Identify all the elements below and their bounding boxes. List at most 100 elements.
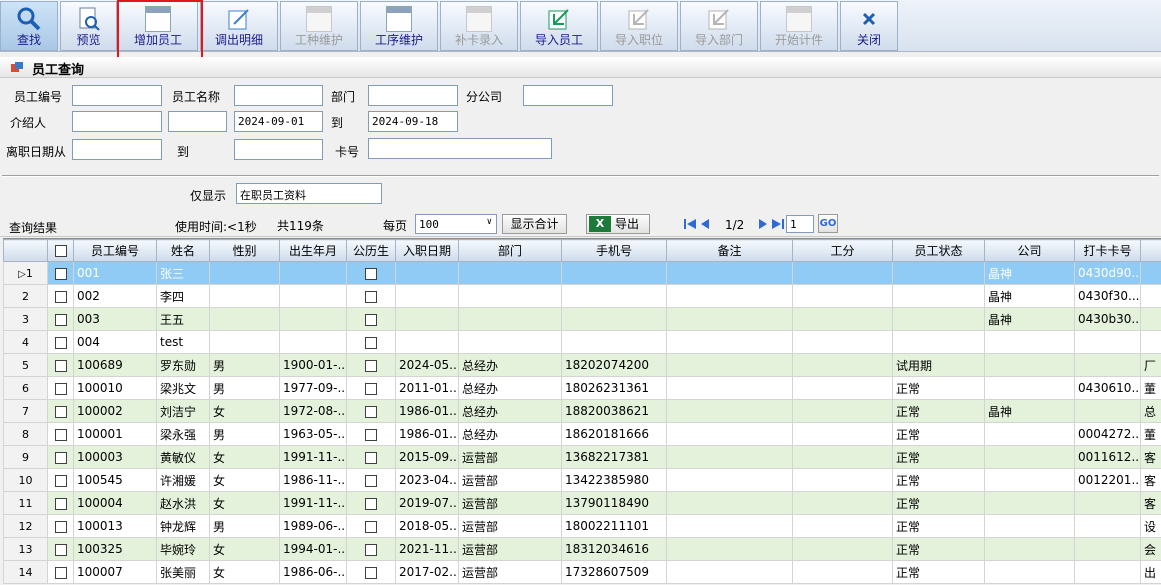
table-cell[interactable]: 男 xyxy=(209,422,280,446)
table-cell[interactable] xyxy=(561,330,667,354)
emp-name-input[interactable] xyxy=(234,85,323,106)
table-cell[interactable] xyxy=(984,491,1075,515)
table-cell[interactable]: 100545 xyxy=(73,468,157,492)
table-cell[interactable] xyxy=(561,307,667,331)
table-cell[interactable]: 2011-01... xyxy=(395,376,459,400)
table-cell[interactable] xyxy=(395,330,459,354)
lunar-birthday-checkbox[interactable] xyxy=(365,543,377,556)
table-cell[interactable]: 0430d90... xyxy=(1074,261,1141,285)
table-cell[interactable] xyxy=(209,307,280,331)
table-cell[interactable]: 100010 xyxy=(73,376,157,400)
lunar-birthday-checkbox[interactable] xyxy=(365,290,377,303)
table-row[interactable]: ▷1 001 张三 晶神 0430d90... xyxy=(3,261,1161,285)
table-cell[interactable] xyxy=(1140,330,1161,354)
table-cell[interactable]: 1900-01-... xyxy=(279,353,347,377)
table-row[interactable]: 10 100545 许湘媛女 1986-11-... 2023-04... 运营部 1342… xyxy=(3,468,1161,492)
per-page-select[interactable]: 100 ∨ xyxy=(415,214,497,234)
row-number[interactable]: 7 xyxy=(3,399,48,423)
table-cell[interactable] xyxy=(1074,399,1141,423)
table-cell[interactable]: 毕婉玲 xyxy=(156,537,210,561)
toolbar-button-10[interactable]: 导入部门 xyxy=(680,1,758,51)
go-button[interactable]: GO xyxy=(818,214,838,233)
table-cell[interactable] xyxy=(561,284,667,308)
table-cell[interactable] xyxy=(279,307,347,331)
table-cell[interactable]: 刘洁宁 xyxy=(156,399,210,423)
table-cell[interactable]: 运营部 xyxy=(458,537,562,561)
row-checkbox[interactable] xyxy=(54,566,67,579)
next-page-icon[interactable] xyxy=(758,218,768,230)
table-cell[interactable]: 18202074200 xyxy=(561,353,667,377)
table-cell[interactable] xyxy=(666,468,793,492)
table-cell[interactable] xyxy=(666,560,793,584)
row-number[interactable]: 2 xyxy=(3,284,48,308)
table-cell[interactable]: 总 xyxy=(1140,399,1161,423)
table-cell[interactable] xyxy=(209,261,280,285)
table-cell[interactable] xyxy=(209,330,280,354)
table-cell[interactable] xyxy=(984,353,1075,377)
row-checkbox[interactable] xyxy=(54,267,67,280)
column-header[interactable]: 出生年月 xyxy=(279,239,347,262)
table-cell[interactable]: 梁永强 xyxy=(156,422,210,446)
table-cell[interactable]: 2017-02... xyxy=(395,560,459,584)
table-cell[interactable] xyxy=(666,422,793,446)
table-cell[interactable]: 100002 xyxy=(73,399,157,423)
table-cell[interactable] xyxy=(792,491,893,515)
table-cell[interactable]: 1986-06-... xyxy=(279,560,347,584)
table-cell[interactable]: 运营部 xyxy=(458,445,562,469)
table-cell[interactable]: 13422385980 xyxy=(561,468,667,492)
table-cell[interactable]: 董 xyxy=(1140,422,1161,446)
table-cell[interactable]: 2015-09... xyxy=(395,445,459,469)
table-cell[interactable]: 17328607509 xyxy=(561,560,667,584)
column-header[interactable]: 打卡卡号 xyxy=(1074,239,1141,262)
table-cell[interactable]: 设 xyxy=(1140,514,1161,538)
row-number[interactable]: 9 xyxy=(3,445,48,469)
lunar-birthday-checkbox[interactable] xyxy=(365,336,377,349)
branch-input[interactable] xyxy=(523,85,613,106)
table-cell[interactable]: 女 xyxy=(209,445,280,469)
table-cell[interactable]: 1989-06-... xyxy=(279,514,347,538)
lunar-birthday-checkbox[interactable] xyxy=(365,520,377,533)
table-cell[interactable] xyxy=(1074,537,1141,561)
table-cell[interactable] xyxy=(561,261,667,285)
table-cell[interactable]: 2018-05... xyxy=(395,514,459,538)
table-cell[interactable]: 0012201... xyxy=(1074,468,1141,492)
table-cell[interactable] xyxy=(666,445,793,469)
table-cell[interactable] xyxy=(209,284,280,308)
table-cell[interactable]: 正常 xyxy=(892,399,985,423)
column-header-extra[interactable] xyxy=(1140,239,1161,262)
table-cell[interactable] xyxy=(279,330,347,354)
table-cell[interactable]: 女 xyxy=(209,468,280,492)
table-cell[interactable] xyxy=(395,261,459,285)
table-cell[interactable] xyxy=(984,468,1075,492)
table-cell[interactable] xyxy=(666,261,793,285)
table-cell[interactable]: 1963-05-... xyxy=(279,422,347,446)
column-header[interactable]: 备注 xyxy=(666,239,793,262)
table-cell[interactable] xyxy=(666,353,793,377)
table-cell[interactable]: 运营部 xyxy=(458,468,562,492)
table-row[interactable]: 9 100003 黄敏仪女 1991-11-... 2015-09... 运营部 13682… xyxy=(3,445,1161,469)
table-cell[interactable]: 总经办 xyxy=(458,353,562,377)
table-cell[interactable] xyxy=(1140,307,1161,331)
table-cell[interactable]: 客 xyxy=(1140,445,1161,469)
table-cell[interactable] xyxy=(1074,491,1141,515)
table-cell[interactable] xyxy=(984,376,1075,400)
table-cell[interactable] xyxy=(666,514,793,538)
toolbar-button-11[interactable]: 开始计件 xyxy=(760,1,838,51)
table-cell[interactable] xyxy=(458,307,562,331)
dept-input[interactable] xyxy=(368,85,458,106)
table-cell[interactable]: 18026231361 xyxy=(561,376,667,400)
table-cell[interactable] xyxy=(892,307,985,331)
toolbar-button-9[interactable]: 导入职位 xyxy=(600,1,678,51)
table-cell[interactable]: 总经办 xyxy=(458,376,562,400)
table-cell[interactable]: 男 xyxy=(209,514,280,538)
prev-page-icon[interactable] xyxy=(700,218,710,230)
table-cell[interactable] xyxy=(792,376,893,400)
table-row[interactable]: 8 100001 梁永强男 1963-05-... 1986-01... 总经办 18620… xyxy=(3,422,1161,446)
table-cell[interactable]: 100689 xyxy=(73,353,157,377)
toolbar-button-8[interactable]: 导入员工 xyxy=(520,1,598,51)
table-cell[interactable]: 黄敏仪 xyxy=(156,445,210,469)
table-cell[interactable]: 客 xyxy=(1140,468,1161,492)
table-cell[interactable]: 赵水洪 xyxy=(156,491,210,515)
table-cell[interactable] xyxy=(792,560,893,584)
table-cell[interactable]: 1991-11-... xyxy=(279,491,347,515)
